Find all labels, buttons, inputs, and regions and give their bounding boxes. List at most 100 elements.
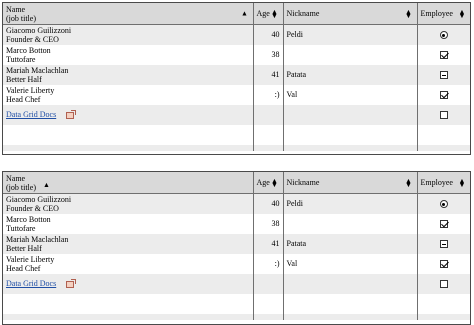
header-name-label: Name (6, 173, 26, 183)
sort-icon[interactable]: ▲ ▼ (405, 10, 413, 18)
employee-checkbox[interactable] (439, 220, 448, 229)
job-title: Founder & CEO (6, 35, 59, 44)
job-title: Better Half (6, 75, 42, 84)
age-cell: 40 (253, 193, 284, 214)
employee-checkbox[interactable] (439, 51, 448, 60)
sort-icon[interactable]: ▲ ▼ (405, 179, 413, 187)
column-header-employee[interactable]: Employee ▲ ▼ (417, 3, 470, 25)
employee-cell (417, 234, 470, 254)
employee-cell (417, 214, 470, 234)
nickname-cell: Peldi (283, 193, 418, 214)
link-cell: Data Grid Docs (3, 274, 254, 294)
age-cell: 38 (253, 45, 284, 65)
column-header-name[interactable]: Name (job title) ▲ (3, 3, 254, 25)
employee-name: Giacomo Guilizzoni (6, 25, 72, 35)
empty-cell (283, 274, 418, 294)
column-header-name[interactable]: Name (job title) ▲ (3, 172, 254, 194)
column-header-age[interactable]: Age ▲ ▼ (253, 172, 284, 194)
name-cell: Valerie Liberty Head Chef (3, 254, 254, 274)
table-row[interactable]: Mariah Maclachlan Better Half 41 Patata (3, 65, 470, 85)
job-title: Head Chef (6, 264, 41, 273)
employee-cell (417, 65, 470, 85)
header-name-sublabel: (job title) (6, 13, 36, 23)
empty-cell (283, 105, 418, 125)
data-grid-docs-link[interactable]: Data Grid Docs (6, 279, 56, 288)
column-header-employee[interactable]: Employee ▲ ▼ (417, 172, 470, 194)
employee-cell (417, 254, 470, 274)
data-grid-docs-link[interactable]: Data Grid Docs (6, 110, 56, 119)
employee-cell (417, 193, 470, 214)
employee-radio[interactable] (439, 31, 448, 40)
employee-name: Marco Botton (6, 214, 51, 224)
employee-cell (417, 45, 470, 65)
job-title: Tuttofare (6, 55, 36, 64)
table-row[interactable]: Giacomo Guilizzoni Founder & CEO 40 Peldi (3, 193, 470, 214)
grid-table: Name (job title) ▲ Age ▲ ▼ Nickname ▲ ▼ Em… (3, 3, 470, 151)
nickname-cell: Patata (283, 234, 418, 254)
header-row: Name (job title) ▲ Age ▲ ▼ Nickname ▲ ▼ Em… (3, 172, 470, 194)
sort-ascending-icon[interactable]: ▲ (241, 10, 249, 17)
name-cell: Giacomo Guilizzoni Founder & CEO (3, 193, 254, 214)
job-title: Founder & CEO (6, 204, 59, 213)
table-row[interactable]: Data Grid Docs (3, 274, 470, 294)
employee-cell (417, 274, 470, 294)
header-employee-label: Employee (420, 9, 453, 18)
employee-name: Marco Botton (6, 45, 51, 55)
nickname-cell: Val (283, 85, 418, 105)
empty-cell (253, 105, 284, 125)
table-row[interactable]: Data Grid Docs (3, 105, 470, 125)
employee-name: Valerie Liberty (6, 85, 55, 95)
header-name-label: Name (6, 4, 26, 14)
sort-icon[interactable]: ▲ ▼ (271, 179, 279, 187)
name-cell: Giacomo Guilizzoni Founder & CEO (3, 24, 254, 45)
sort-icon[interactable]: ▲ ▼ (458, 10, 466, 18)
employee-checkbox[interactable] (439, 71, 448, 80)
table-row[interactable]: Mariah Maclachlan Better Half 41 Patata (3, 234, 470, 254)
age-cell: 40 (253, 24, 284, 45)
employee-checkbox[interactable] (439, 260, 448, 269)
employee-checkbox[interactable] (439, 91, 448, 100)
sort-icon[interactable]: ▲ ▼ (458, 179, 466, 187)
external-doc-icon[interactable] (66, 109, 77, 119)
link-cell: Data Grid Docs (3, 105, 254, 125)
empty-row (3, 145, 470, 151)
external-doc-icon[interactable] (66, 278, 77, 288)
nickname-cell (283, 45, 418, 65)
empty-cell (253, 274, 284, 294)
empty-row (3, 294, 470, 314)
age-cell: 41 (253, 234, 284, 254)
employee-checkbox[interactable] (439, 280, 448, 289)
name-cell: Marco Botton Tuttofare (3, 45, 254, 65)
data-grid-1: Name (job title) ▲ Age ▲ ▼ Nickname ▲ ▼ Em… (2, 2, 471, 155)
nickname-cell (283, 214, 418, 234)
empty-row (3, 314, 470, 320)
table-row[interactable]: Giacomo Guilizzoni Founder & CEO 40 Peldi (3, 24, 470, 45)
employee-name: Giacomo Guilizzoni (6, 194, 72, 204)
column-header-age[interactable]: Age ▲ ▼ (253, 3, 284, 25)
data-grid-2: Name (job title) ▲ Age ▲ ▼ Nickname ▲ ▼ Em… (2, 171, 471, 325)
employee-radio[interactable] (439, 200, 448, 209)
table-row[interactable]: Valerie Liberty Head Chef :) Val (3, 254, 470, 274)
employee-cell (417, 85, 470, 105)
age-cell: :) (253, 254, 284, 274)
sort-icon[interactable]: ▲ ▼ (271, 10, 279, 18)
header-nickname-label: Nickname (286, 9, 320, 18)
header-employee-label: Employee (420, 178, 453, 187)
table-row[interactable]: Marco Botton Tuttofare 38 (3, 45, 470, 65)
column-header-nickname[interactable]: Nickname ▲ ▼ (283, 172, 418, 194)
job-title: Head Chef (6, 95, 41, 104)
employee-checkbox[interactable] (439, 111, 448, 120)
header-name-sublabel: (job title) (6, 182, 36, 192)
job-title: Better Half (6, 244, 42, 253)
nickname-cell: Patata (283, 65, 418, 85)
header-age-label: Age (256, 178, 270, 187)
age-cell: 38 (253, 214, 284, 234)
sort-ascending-icon[interactable]: ▲ (43, 181, 50, 190)
column-header-nickname[interactable]: Nickname ▲ ▼ (283, 3, 418, 25)
table-row[interactable]: Marco Botton Tuttofare 38 (3, 214, 470, 234)
employee-checkbox[interactable] (439, 240, 448, 249)
grid-table: Name (job title) ▲ Age ▲ ▼ Nickname ▲ ▼ Em… (3, 172, 470, 320)
employee-name: Valerie Liberty (6, 254, 55, 264)
header-row: Name (job title) ▲ Age ▲ ▼ Nickname ▲ ▼ Em… (3, 3, 470, 25)
table-row[interactable]: Valerie Liberty Head Chef :) Val (3, 85, 470, 105)
